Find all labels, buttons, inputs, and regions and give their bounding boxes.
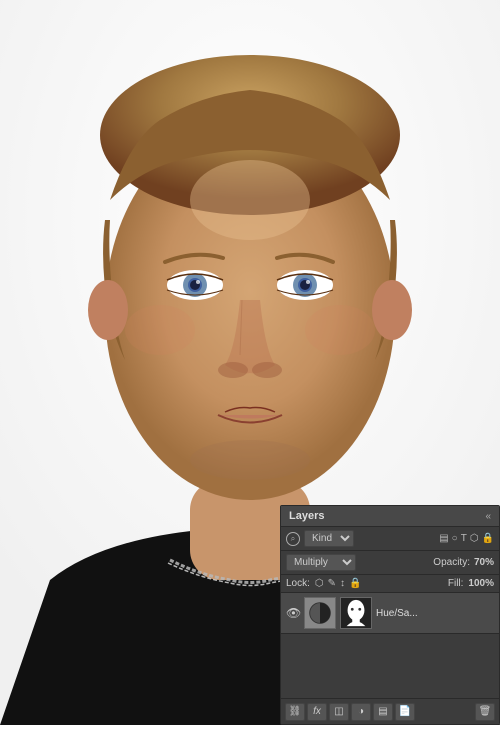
layers-panel-header: Layers « [281, 506, 499, 527]
group-icon: ▤ [378, 706, 387, 717]
layer-type-thumbnail [304, 597, 336, 629]
trash-icon: 🗑 [479, 706, 492, 717]
layers-toolbar: ⛓ fx ◫ ◑ ▤ 📄 🗑 [281, 698, 499, 724]
lock-icons: ⬡ ✎ ↕ 🔒 [315, 578, 362, 589]
layer-visibility-toggle[interactable]: 👁 [286, 606, 300, 620]
layers-panel-title: Layers [289, 510, 324, 522]
opacity-label: Opacity: [433, 557, 470, 568]
lock-label: Lock: [286, 578, 310, 589]
lock-row: Lock: ⬡ ✎ ↕ 🔒 Fill: 100% [281, 575, 499, 593]
mask-icon: ◫ [334, 706, 343, 717]
kind-select[interactable]: Kind [304, 530, 354, 547]
new-layer-button[interactable]: 📄 [395, 703, 415, 721]
layer-name: Hue/Sa... [376, 608, 494, 619]
fx-icon: fx [313, 706, 321, 717]
layer-mask-thumbnail [340, 597, 372, 629]
fill-label: Fill: [448, 578, 464, 589]
search-icon: ⌕ [286, 532, 300, 546]
lock-paint-icon[interactable]: ✎ [328, 578, 336, 589]
adjustment-icon: ◑ [358, 706, 364, 717]
blend-mode-select[interactable]: Multiply [286, 554, 356, 571]
collapse-arrows-icon[interactable]: « [485, 511, 491, 522]
collapse-icons[interactable]: « [485, 511, 491, 522]
blend-mode-row: Multiply Opacity: 70% [281, 551, 499, 575]
lock-pixels-icon[interactable]: ⬡ [315, 578, 324, 589]
filter-shape-icon[interactable]: ⬡ [470, 533, 479, 544]
layer-row[interactable]: 👁 [281, 593, 499, 634]
filter-type-icon[interactable]: T [461, 533, 467, 544]
filter-adjustment-icon[interactable]: ○ [452, 533, 458, 544]
filter-smart-icon[interactable]: 🔒 [482, 533, 494, 544]
opacity-value[interactable]: 70% [474, 557, 494, 568]
link-icon: ⛓ [289, 706, 302, 717]
new-layer-icon: 📄 [399, 706, 411, 717]
lock-all-icon[interactable]: 🔒 [349, 578, 361, 589]
link-layers-button[interactable]: ⛓ [285, 703, 305, 721]
delete-layer-button[interactable]: 🗑 [475, 703, 495, 721]
filter-pixel-icon[interactable]: ▤ [439, 533, 448, 544]
layers-search-row: ⌕ Kind ▤ ○ T ⬡ 🔒 [281, 527, 499, 551]
new-adjustment-button[interactable]: ◑ [351, 703, 371, 721]
filter-icons: ▤ ○ T ⬡ 🔒 [439, 533, 494, 544]
add-mask-button[interactable]: ◫ [329, 703, 349, 721]
new-group-button[interactable]: ▤ [373, 703, 393, 721]
add-effect-button[interactable]: fx [307, 703, 327, 721]
lock-move-icon[interactable]: ↕ [340, 578, 345, 589]
layers-panel: Layers « ⌕ Kind ▤ ○ T ⬡ 🔒 Multiply Opaci… [280, 505, 500, 725]
fill-value[interactable]: 100% [468, 578, 494, 589]
